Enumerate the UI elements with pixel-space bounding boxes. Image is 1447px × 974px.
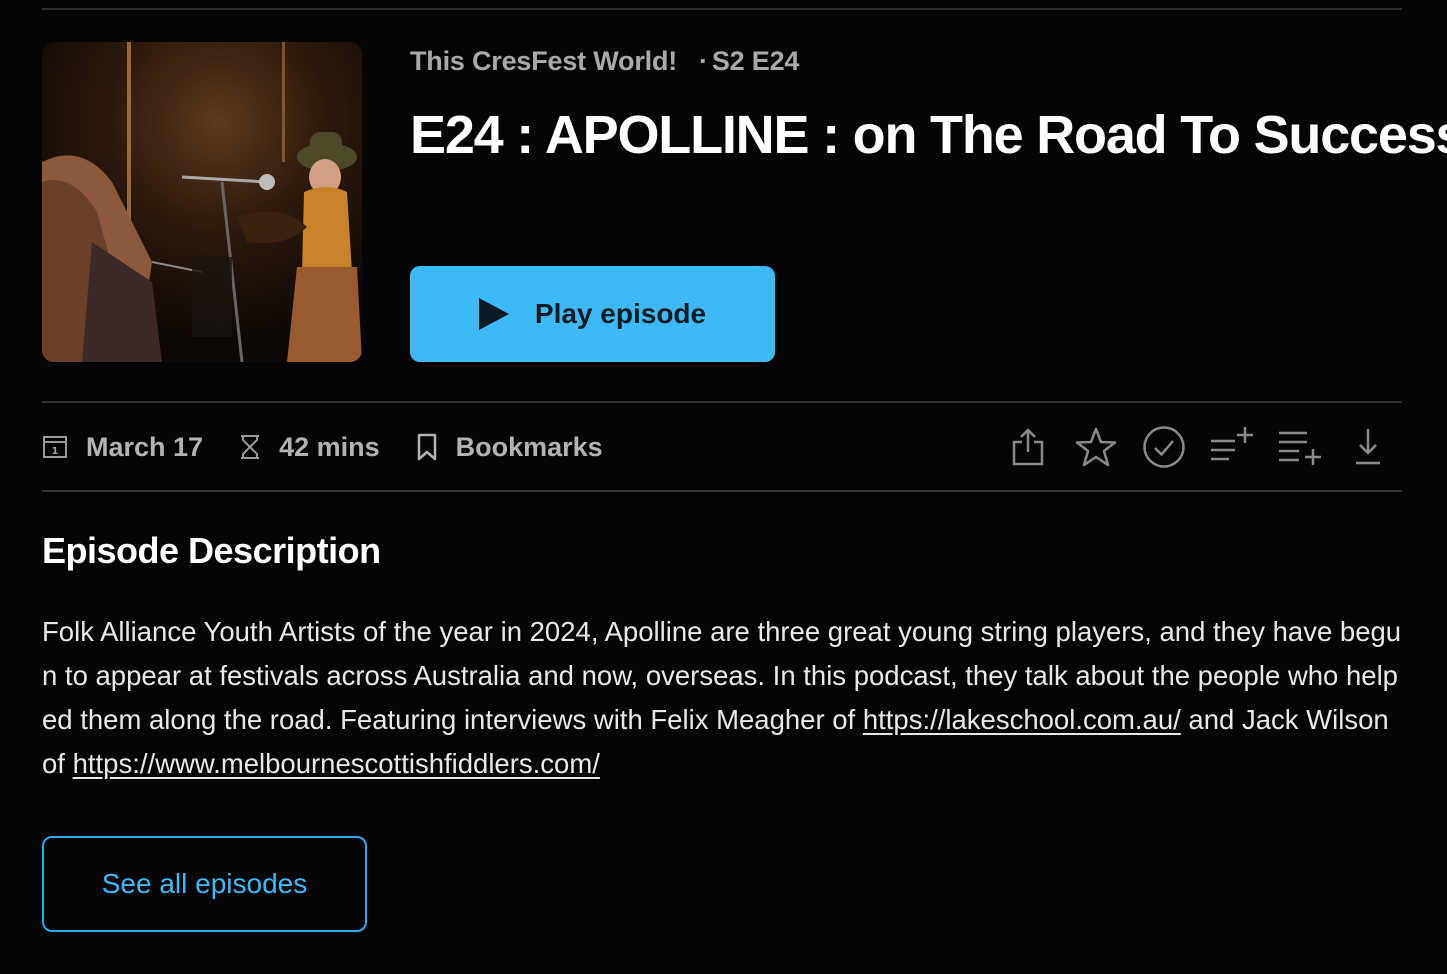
play-next-button[interactable] xyxy=(1198,417,1266,477)
release-date-text: March 17 xyxy=(86,431,204,462)
lakeschool-link[interactable]: https://lakeschool.com.au/ xyxy=(863,704,1181,735)
episode-artwork xyxy=(42,42,362,362)
melbourne-fiddlers-link[interactable]: https://www.melbournescottishfiddlers.co… xyxy=(73,748,600,779)
meta-separator: · xyxy=(699,45,708,76)
mark-played-button[interactable] xyxy=(1130,417,1198,477)
favorite-button[interactable] xyxy=(1062,417,1130,477)
bookmark-icon xyxy=(416,433,438,461)
season-episode: S2 E24 xyxy=(711,45,800,76)
star-icon xyxy=(1075,427,1117,467)
download-button[interactable] xyxy=(1334,417,1402,477)
share-icon xyxy=(1012,428,1044,466)
duration-text: 42 mins xyxy=(279,431,380,462)
see-all-episodes-button[interactable]: See all episodes xyxy=(42,836,367,932)
share-button[interactable] xyxy=(994,417,1062,477)
hourglass-icon xyxy=(239,434,261,460)
play-icon xyxy=(478,298,509,330)
top-divider xyxy=(42,8,1402,10)
episode-description: Folk Alliance Youth Artists of the year … xyxy=(42,610,1404,786)
duration: 42 mins xyxy=(239,432,380,463)
check-circle-icon xyxy=(1143,426,1185,468)
bookmarks-label: Bookmarks xyxy=(455,431,603,462)
episode-info-bar: 1 March 17 42 mins Bookmarks xyxy=(42,404,1402,490)
calendar-icon: 1 xyxy=(42,434,68,460)
show-name[interactable]: This CresFest World! xyxy=(410,46,677,77)
play-button-label: Play episode xyxy=(534,298,707,329)
download-icon xyxy=(1356,429,1380,465)
description-heading: Episode Description xyxy=(42,530,381,571)
episode-actions xyxy=(994,417,1402,477)
episode-meta-line: This CresFest World! · S2 E24 xyxy=(410,42,799,80)
release-date: 1 March 17 xyxy=(42,432,203,463)
add-to-queue-icon xyxy=(1279,431,1321,465)
episode-page: This CresFest World! · S2 E24 E24 : APOL… xyxy=(0,0,1447,974)
divider-lower xyxy=(42,490,1402,492)
add-to-queue-button[interactable] xyxy=(1266,417,1334,477)
svg-text:1: 1 xyxy=(52,446,59,457)
play-next-icon xyxy=(1211,427,1253,461)
divider-upper xyxy=(42,401,1402,403)
play-episode-button[interactable]: Play episode xyxy=(410,266,775,362)
episode-title: E24 : APOLLINE : on The Road To Success xyxy=(410,105,1447,165)
bookmarks-link[interactable]: Bookmarks xyxy=(416,432,603,463)
